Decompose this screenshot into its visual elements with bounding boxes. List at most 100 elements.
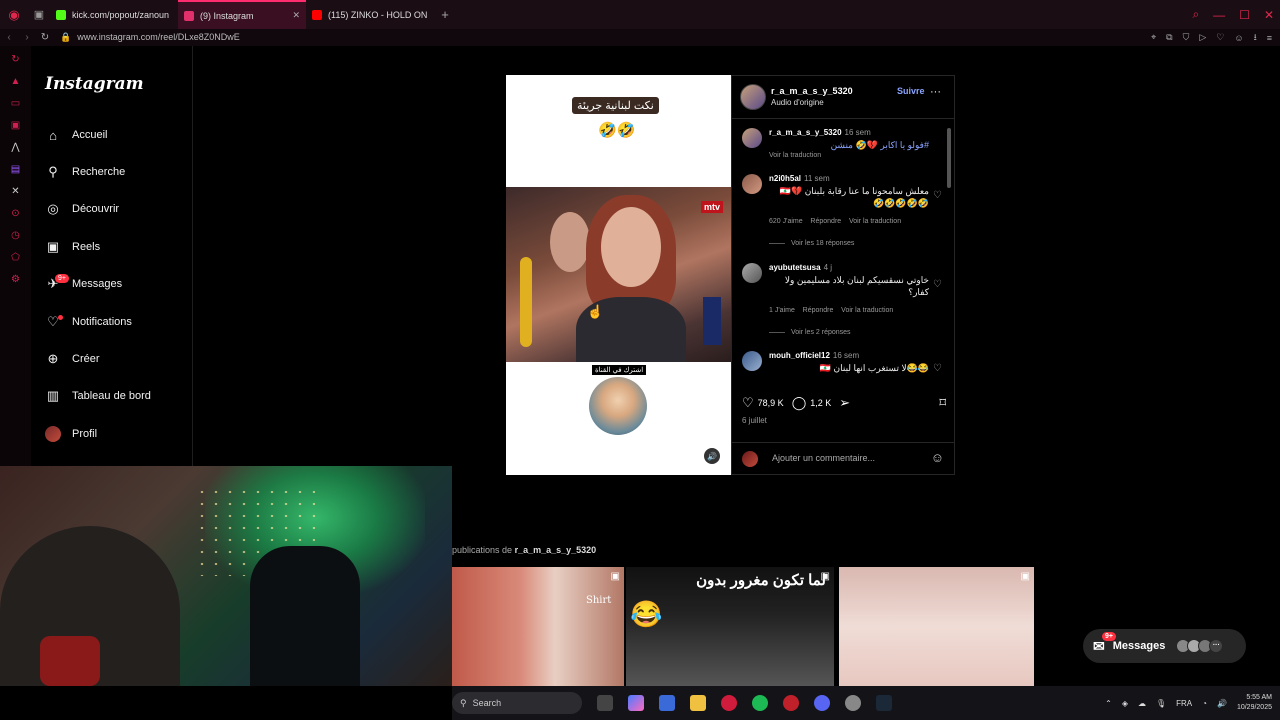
tab-youtube[interactable]: (115) ZINKO - HOLD ON: [306, 0, 434, 29]
nav-accueil[interactable]: ⌂ Accueil: [45, 123, 107, 147]
nav-decouvrir[interactable]: ◎ Découvrir: [45, 197, 119, 221]
settings-icon[interactable]: ⚙: [11, 274, 20, 286]
spotify-icon[interactable]: [752, 695, 768, 711]
aria-icon[interactable]: ▲: [11, 76, 21, 88]
like-comment-icon[interactable]: ♡: [933, 190, 942, 201]
heart-icon[interactable]: ♡: [1216, 32, 1224, 43]
chevron-up-icon[interactable]: ⌃: [1105, 699, 1112, 708]
arc-icon[interactable]: ⋀: [11, 142, 19, 154]
bookmark-icon[interactable]: ⌑: [939, 395, 946, 411]
like-button[interactable]: ♡ 78,9 K: [742, 395, 784, 411]
comment-likes[interactable]: 620 J'aime: [769, 218, 803, 225]
messenger-icon[interactable]: ▭: [11, 98, 20, 110]
translate-link[interactable]: Voir la traduction: [841, 307, 893, 314]
tab-kick[interactable]: kick.com/popout/zanoun: [50, 0, 178, 29]
volume-icon[interactable]: 🔊: [704, 448, 720, 464]
close-tab-icon[interactable]: ✕: [292, 10, 300, 21]
clock[interactable]: 5:55 AM 10/29/2025: [1237, 693, 1272, 713]
view-replies-link[interactable]: Voir les 18 réponses: [769, 240, 854, 247]
reel-video[interactable]: نكت لبنانية جريئة 🤣🤣 mtv اشترك في القناة…: [506, 75, 731, 475]
minimize-icon[interactable]: —: [1213, 8, 1225, 22]
twitch-icon[interactable]: ▤: [11, 164, 20, 176]
reply-button[interactable]: Répondre: [803, 307, 834, 314]
reload-icon[interactable]: ↻: [36, 32, 54, 43]
instagram-logo[interactable]: Instagram: [45, 74, 144, 94]
discord-icon[interactable]: [814, 695, 830, 711]
tab-instagram[interactable]: (9) Instagram ✕: [178, 0, 306, 29]
news-icon[interactable]: ▣: [11, 120, 20, 132]
language-indicator[interactable]: FRA: [1176, 699, 1192, 708]
close-window-icon[interactable]: ✕: [1264, 8, 1274, 22]
maximize-icon[interactable]: ☐: [1239, 8, 1250, 22]
search-tabs-icon[interactable]: ⌕: [1192, 7, 1199, 22]
nav-creer[interactable]: ⊕ Créer: [45, 347, 100, 371]
extensions-icon[interactable]: ⬠: [11, 252, 20, 264]
nav-profil[interactable]: Profil: [45, 422, 97, 446]
network-icon[interactable]: ◈: [1122, 699, 1128, 708]
nav-notifications[interactable]: ♡ Notifications: [45, 310, 132, 334]
back-icon[interactable]: ‹: [0, 32, 18, 43]
menu-icon[interactable]: ≡: [1267, 33, 1272, 43]
new-tab-button[interactable]: +: [434, 7, 456, 22]
messages-pill[interactable]: ✉ 9+ Messages ···: [1083, 629, 1246, 663]
like-comment-icon[interactable]: ♡: [933, 279, 942, 290]
nav-messages[interactable]: ✈ 9+ Messages: [45, 272, 122, 296]
scrollbar-thumb[interactable]: [947, 128, 951, 188]
view-replies-link[interactable]: Voir les 2 réponses: [769, 329, 851, 336]
follow-button[interactable]: Suivre: [897, 86, 925, 96]
comment-username[interactable]: r_a_m_a_s_y_5320 16 sem: [769, 128, 871, 137]
comment-input[interactable]: Ajouter un commentaire...: [772, 453, 875, 463]
more-posts-author[interactable]: r_a_m_a_s_y_5320: [515, 545, 597, 555]
x-icon[interactable]: ✕: [11, 186, 19, 198]
comments-scrollbar[interactable]: [946, 120, 952, 384]
translate-link[interactable]: Voir la traduction: [849, 218, 901, 225]
nav-recherche[interactable]: ⚲ Recherche: [45, 160, 125, 184]
post-thumbnail[interactable]: Shirt ▣: [452, 567, 624, 686]
chatgpt-icon[interactable]: [845, 695, 861, 711]
opera-icon[interactable]: [721, 695, 737, 711]
snapshot-icon[interactable]: ⧉: [1166, 32, 1172, 43]
cloud-icon[interactable]: ☁: [1138, 699, 1146, 708]
emoji-icon[interactable]: ☺: [931, 450, 944, 465]
profile-icon[interactable]: ☺: [1234, 33, 1243, 43]
taskbar-search[interactable]: ⚲ Search: [452, 692, 582, 714]
download-icon[interactable]: ⭳: [1254, 30, 1257, 46]
nav-tableau-de-bord[interactable]: ▥ Tableau de bord: [45, 384, 151, 408]
author-avatar[interactable]: [740, 84, 766, 110]
url-field[interactable]: 🔒 www.instagram.com/reel/DLxe8Z0NDwE: [60, 32, 240, 43]
avatar[interactable]: [742, 263, 762, 283]
nav-reels[interactable]: ▣ Reels: [45, 235, 100, 259]
explorer-icon[interactable]: [690, 695, 706, 711]
comment-button[interactable]: ◯ 1,2 K: [792, 395, 832, 411]
play-icon[interactable]: ▷: [1199, 32, 1206, 43]
forward-icon[interactable]: ›: [18, 32, 36, 43]
speed-dial-icon[interactable]: ↻: [11, 54, 19, 66]
comment-username[interactable]: ayubutetsusa 4 j: [769, 263, 832, 272]
comment-likes[interactable]: 1 J'aime: [769, 307, 795, 314]
volume-icon[interactable]: 🔊: [1217, 699, 1227, 708]
audio-label[interactable]: Audio d'origine: [771, 98, 824, 107]
post-thumbnail[interactable]: ▣: [839, 567, 1034, 686]
avatar[interactable]: [742, 128, 762, 148]
post-thumbnail[interactable]: لما تكون مغرور بدون 😂 ▣: [626, 567, 834, 686]
player-icon[interactable]: ⊙: [11, 208, 19, 220]
pin-icon[interactable]: ⌖: [1151, 32, 1156, 43]
store-icon[interactable]: [659, 695, 675, 711]
share-button[interactable]: ➢: [839, 395, 854, 411]
app-red-icon[interactable]: [783, 695, 799, 711]
avatar[interactable]: [742, 351, 762, 371]
comment-username[interactable]: mouh_officiel12 16 sem: [769, 351, 859, 360]
history-icon[interactable]: ◷: [11, 230, 20, 242]
avatar[interactable]: [742, 174, 762, 194]
comment-username[interactable]: n2i0h5al 11 sem: [769, 174, 830, 183]
steam-icon[interactable]: [876, 695, 892, 711]
workspaces-icon[interactable]: ▣: [28, 0, 50, 29]
wifi-icon[interactable]: ◔: [1202, 699, 1207, 708]
copilot-icon[interactable]: [628, 695, 644, 711]
reply-button[interactable]: Répondre: [810, 218, 841, 225]
more-options-icon[interactable]: ···: [930, 86, 941, 98]
shield-icon[interactable]: ⛉: [1183, 32, 1190, 43]
like-comment-icon[interactable]: ♡: [933, 363, 942, 374]
opera-menu-icon[interactable]: ◉: [0, 0, 28, 29]
task-view-icon[interactable]: [597, 695, 613, 711]
